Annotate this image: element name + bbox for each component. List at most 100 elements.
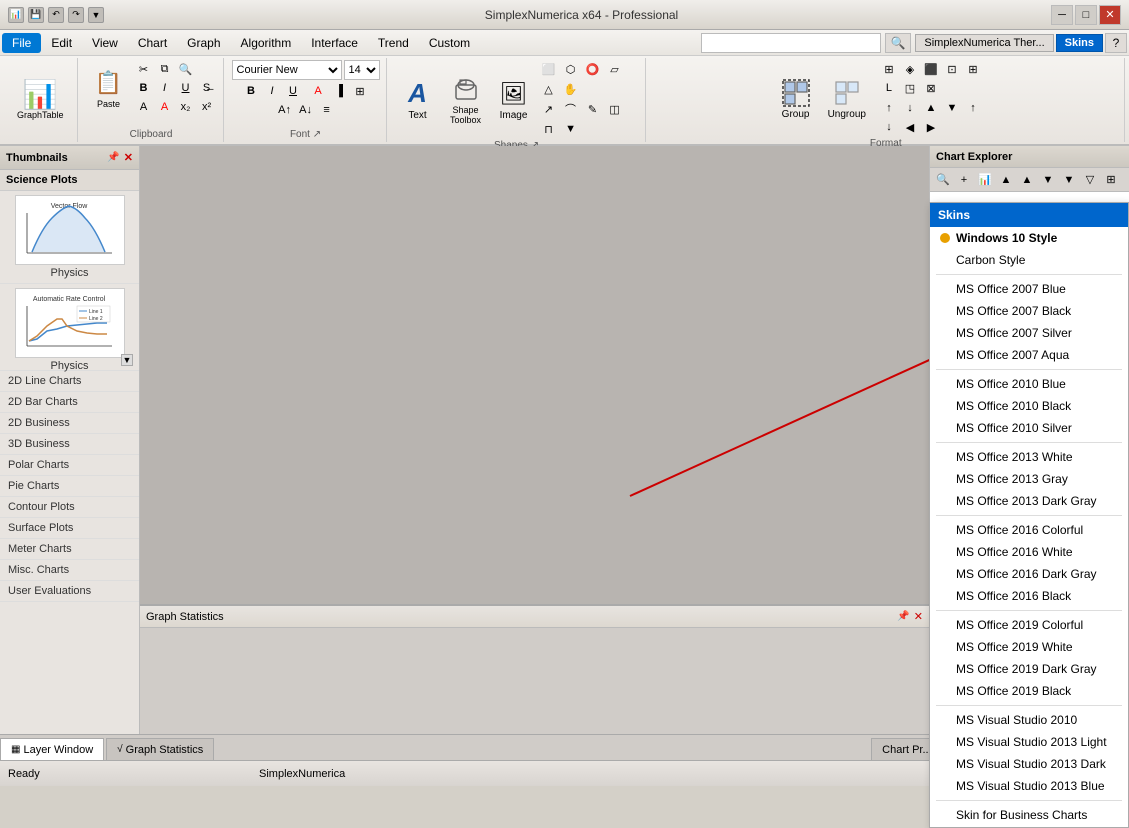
skin-office2013-white[interactable]: MS Office 2013 White xyxy=(930,446,1128,468)
shape11-btn[interactable]: ⊓ xyxy=(539,120,559,138)
skin-office2019-darkgray[interactable]: MS Office 2019 Dark Gray xyxy=(930,658,1128,680)
format4-btn[interactable]: ⊡ xyxy=(942,60,962,78)
align-btn[interactable]: ≡ xyxy=(317,101,337,119)
ce-extra-btn[interactable]: ⊞ xyxy=(1101,171,1121,189)
skin-office2019-white[interactable]: MS Office 2019 White xyxy=(930,636,1128,658)
help-icon[interactable]: ? xyxy=(1105,33,1127,53)
sidebar-nav-3d-business[interactable]: 3D Business xyxy=(0,434,139,455)
menu-view[interactable]: View xyxy=(82,33,128,53)
skin-office2007-aqua[interactable]: MS Office 2007 Aqua xyxy=(930,344,1128,366)
graph-stats-tab[interactable]: √ Graph Statistics xyxy=(106,738,214,760)
scroll-down-btn[interactable]: ▼ xyxy=(121,354,133,366)
format7-btn[interactable]: ◳ xyxy=(900,79,920,97)
sidebar-nav-meter[interactable]: Meter Charts xyxy=(0,539,139,560)
shape5-btn[interactable]: △ xyxy=(539,80,559,98)
menu-custom[interactable]: Custom xyxy=(419,33,480,53)
format14-btn[interactable]: ↓ xyxy=(879,118,899,136)
image-btn[interactable]: 🖼 Image xyxy=(491,60,537,138)
format11-btn[interactable]: ▲ xyxy=(921,99,941,117)
shape4-btn[interactable]: ▱ xyxy=(605,60,625,78)
skin-business-charts[interactable]: Skin for Business Charts xyxy=(930,804,1128,826)
sidebar-nav-user-eval[interactable]: User Evaluations xyxy=(0,581,139,602)
skin-office2013-darkgray[interactable]: MS Office 2013 Dark Gray xyxy=(930,490,1128,512)
skin-office2019-black[interactable]: MS Office 2019 Black xyxy=(930,680,1128,702)
sidebar-nav-2d-bar[interactable]: 2D Bar Charts xyxy=(0,392,139,413)
more-shapes-btn[interactable]: ▼ xyxy=(561,120,581,138)
paste-btn[interactable]: 📋 Paste xyxy=(86,60,132,116)
ce-add-btn[interactable]: + xyxy=(954,171,974,189)
sidebar-close-btn[interactable]: ✕ xyxy=(124,151,133,164)
skin-fit-page[interactable]: Fit the Page Color xyxy=(930,826,1128,827)
ce-up-btn[interactable]: ▲ xyxy=(996,171,1016,189)
cut-btn[interactable]: ✂ xyxy=(134,60,154,78)
shape3-btn[interactable]: ⭕ xyxy=(583,60,603,78)
color-btn[interactable]: A xyxy=(155,98,175,116)
thumb-physics-1[interactable]: Vector Flow Physics xyxy=(0,191,139,284)
thumb-physics-2[interactable]: Automatic Rate Control Line 1 Line 2 Phy… xyxy=(0,284,139,371)
menu-interface[interactable]: Interface xyxy=(301,33,368,53)
superscript-btn[interactable]: x² xyxy=(197,98,217,116)
format3-btn[interactable]: ⬛ xyxy=(921,60,941,78)
font-extra-btn[interactable]: ⊞ xyxy=(350,82,370,100)
copy-btn[interactable]: ⧉ xyxy=(155,60,175,78)
format13-btn[interactable]: ↑ xyxy=(963,99,983,117)
menu-graph[interactable]: Graph xyxy=(177,33,230,53)
skin-office2016-darkgray[interactable]: MS Office 2016 Dark Gray xyxy=(930,563,1128,585)
shape10-btn[interactable]: ◫ xyxy=(605,100,625,118)
ce-filter-btn[interactable]: ▽ xyxy=(1080,171,1100,189)
skin-vs2013-blue[interactable]: MS Visual Studio 2013 Blue xyxy=(930,775,1128,797)
maximize-btn[interactable]: □ xyxy=(1075,5,1097,25)
skin-office2010-silver[interactable]: MS Office 2010 Silver xyxy=(930,417,1128,439)
skin-vs2010[interactable]: MS Visual Studio 2010 xyxy=(930,709,1128,731)
sidebar-nav-pie[interactable]: Pie Charts xyxy=(0,476,139,497)
strikethrough-btn[interactable]: S̶ xyxy=(197,79,217,97)
shape7-btn[interactable]: ↗ xyxy=(539,100,559,118)
format12-btn[interactable]: ▼ xyxy=(942,99,962,117)
font-size-select[interactable]: 14 xyxy=(344,60,380,80)
shape8-btn[interactable]: ⌒ xyxy=(561,100,581,118)
ce-dn2-btn[interactable]: ▼ xyxy=(1059,171,1079,189)
format5-btn[interactable]: ⊞ xyxy=(963,60,983,78)
skin-office2019-colorful[interactable]: MS Office 2019 Colorful xyxy=(930,614,1128,636)
skin-office2010-blue[interactable]: MS Office 2010 Blue xyxy=(930,373,1128,395)
font-italic-btn[interactable]: I xyxy=(262,82,282,100)
sidebar-nav-2d-line[interactable]: 2D Line Charts xyxy=(0,371,139,392)
italic-btn[interactable]: I xyxy=(155,79,175,97)
shape6-btn[interactable]: ✋ xyxy=(561,80,581,98)
shape2-btn[interactable]: ⬡ xyxy=(561,60,581,78)
skin-office2010-black[interactable]: MS Office 2010 Black xyxy=(930,395,1128,417)
graph-stats-close-btn[interactable]: ✕ xyxy=(914,610,923,623)
skin-office2007-silver[interactable]: MS Office 2007 Silver xyxy=(930,322,1128,344)
skin-vs2013-light[interactable]: MS Visual Studio 2013 Light xyxy=(930,731,1128,753)
skin-office2016-colorful[interactable]: MS Office 2016 Colorful xyxy=(930,519,1128,541)
skin-office2007-blue[interactable]: MS Office 2007 Blue xyxy=(930,278,1128,300)
menu-algorithm[interactable]: Algorithm xyxy=(231,33,302,53)
skin-office2016-white[interactable]: MS Office 2016 White xyxy=(930,541,1128,563)
quick-save[interactable]: 💾 xyxy=(28,7,44,23)
graphtable-btn[interactable]: 📊 GraphTable xyxy=(10,60,71,138)
bold-btn[interactable]: B xyxy=(134,79,154,97)
search-btn[interactable]: 🔍 xyxy=(885,33,911,53)
pin-btn[interactable]: 📌 xyxy=(107,152,119,163)
menu-file[interactable]: File xyxy=(2,33,41,53)
redo-btn[interactable]: ↷ xyxy=(68,7,84,23)
font-underline-btn[interactable]: U xyxy=(283,82,303,100)
shape-toolbox-btn[interactable]: ShapeToolbox xyxy=(443,60,489,138)
underline-btn[interactable]: U xyxy=(176,79,196,97)
skin-office2013-gray[interactable]: MS Office 2013 Gray xyxy=(930,468,1128,490)
sidebar-nav-misc[interactable]: Misc. Charts xyxy=(0,560,139,581)
format8-btn[interactable]: ⊠ xyxy=(921,79,941,97)
ce-chart-btn[interactable]: 📊 xyxy=(975,171,995,189)
size-up-btn[interactable]: A↑ xyxy=(275,101,295,119)
sidebar-nav-polar[interactable]: Polar Charts xyxy=(0,455,139,476)
search-field[interactable] xyxy=(701,33,881,53)
highlight-btn[interactable]: ▐ xyxy=(329,82,349,100)
format10-btn[interactable]: ↓ xyxy=(900,99,920,117)
format1-btn[interactable]: ⊞ xyxy=(879,60,899,78)
shape9-btn[interactable]: ✎ xyxy=(583,100,603,118)
close-btn[interactable]: ✕ xyxy=(1099,5,1121,25)
undo-btn[interactable]: ↶ xyxy=(48,7,64,23)
dropdown-btn[interactable]: ▼ xyxy=(88,7,104,23)
skin-windows10[interactable]: Windows 10 Style xyxy=(930,227,1128,249)
skin-office2007-black[interactable]: MS Office 2007 Black xyxy=(930,300,1128,322)
